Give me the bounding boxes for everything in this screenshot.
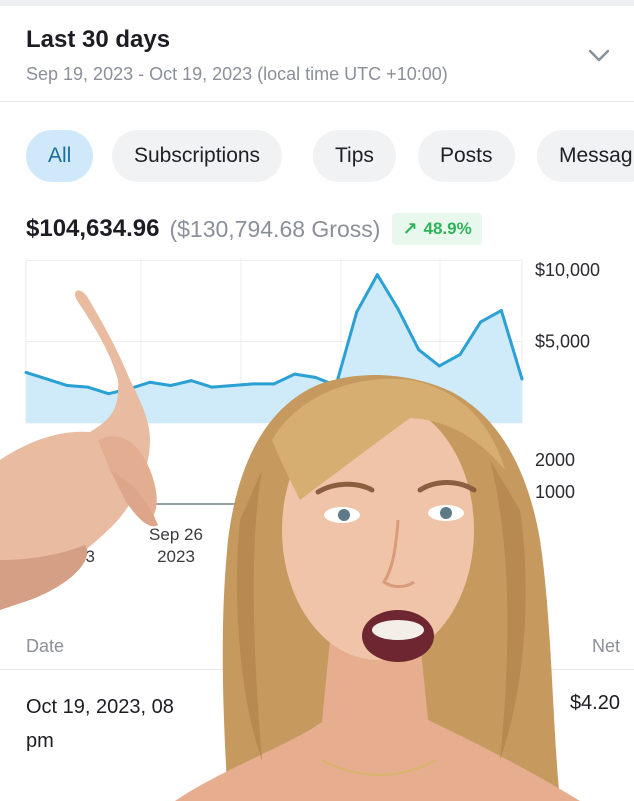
filter-chip-label: Messag xyxy=(559,144,633,167)
data-point xyxy=(458,353,462,357)
data-point xyxy=(189,379,193,383)
y-tick-label: $5,000 xyxy=(535,332,590,352)
data-point xyxy=(24,370,28,374)
data-point xyxy=(210,385,214,389)
filter-chip-label: All xyxy=(48,144,72,167)
data-point xyxy=(520,377,524,381)
data-point xyxy=(65,384,69,388)
transactions-header: Date Net xyxy=(0,626,634,670)
earnings-area xyxy=(26,274,522,423)
filter-chip-tips[interactable]: Tips xyxy=(313,130,396,182)
data-point xyxy=(479,320,483,324)
column-date: Date xyxy=(26,636,65,656)
x-tick-label: 20 xyxy=(67,525,86,544)
period-title: Last 30 days xyxy=(26,26,171,53)
filter-chip-all[interactable]: All xyxy=(26,130,94,182)
chevron-down-icon[interactable] xyxy=(588,44,610,66)
filter-chip-posts[interactable]: Posts xyxy=(418,130,515,182)
earnings-summary: $104,634.96 ($130,794.68 Gross) ↗ 48.9% xyxy=(26,212,482,246)
filter-chip-label: Subscriptions xyxy=(134,144,261,167)
x-tick-label: 2023 xyxy=(157,547,195,566)
y-tick-label: 2000 xyxy=(535,450,575,470)
data-point xyxy=(313,375,317,379)
arrow-up-right-icon: ↗ xyxy=(402,218,418,239)
filter-chip-label: Posts xyxy=(440,144,493,167)
y-tick-label: 1000 xyxy=(535,482,575,502)
filter-chip-subscriptions[interactable]: Subscriptions xyxy=(112,130,283,182)
x-tick-label: Sep 26 xyxy=(149,525,203,544)
table-row[interactable]: Oct 19, 2023, 08 pm $4.20 xyxy=(0,690,634,770)
data-point xyxy=(417,348,421,352)
growth-badge: ↗ 48.9% xyxy=(392,213,482,245)
data-point xyxy=(45,377,49,381)
x-tick-label: 2023 xyxy=(57,547,95,566)
data-point xyxy=(293,372,297,376)
growth-value: 48.9% xyxy=(423,219,472,238)
data-point xyxy=(86,385,90,389)
data-point xyxy=(272,382,276,386)
filter-chips: All Subscriptions Tips Posts Messag xyxy=(0,128,634,184)
row-net: $4.20 xyxy=(569,692,620,714)
data-point xyxy=(499,309,503,313)
column-net: Net xyxy=(591,636,620,656)
y-tick-label: $10,000 xyxy=(535,260,600,280)
data-point xyxy=(396,307,400,311)
gross-earnings: ($130,794.68 Gross) xyxy=(169,215,381,242)
data-point xyxy=(437,364,441,368)
data-point xyxy=(127,387,131,391)
earnings-chart: $10,000 $5,000 2000 1000 20 2023 Sep 26 2023 xyxy=(24,258,600,566)
data-point xyxy=(334,384,338,388)
data-point xyxy=(355,310,359,314)
data-point xyxy=(107,392,111,396)
data-point xyxy=(251,382,255,386)
net-earnings: $104,634.96 xyxy=(26,215,160,242)
row-date: Oct 19, 2023, 08 pm xyxy=(26,696,174,752)
data-point xyxy=(231,384,235,388)
data-point xyxy=(148,380,152,384)
data-point xyxy=(375,273,379,277)
filter-chip-messages[interactable]: Messag xyxy=(537,130,634,182)
period-date-range: Sep 19, 2023 - Oct 19, 2023 (local time … xyxy=(26,64,448,84)
period-header[interactable]: Last 30 days Sep 19, 2023 - Oct 19, 2023… xyxy=(0,6,634,102)
data-point xyxy=(169,384,173,388)
filter-chip-label: Tips xyxy=(335,144,374,167)
